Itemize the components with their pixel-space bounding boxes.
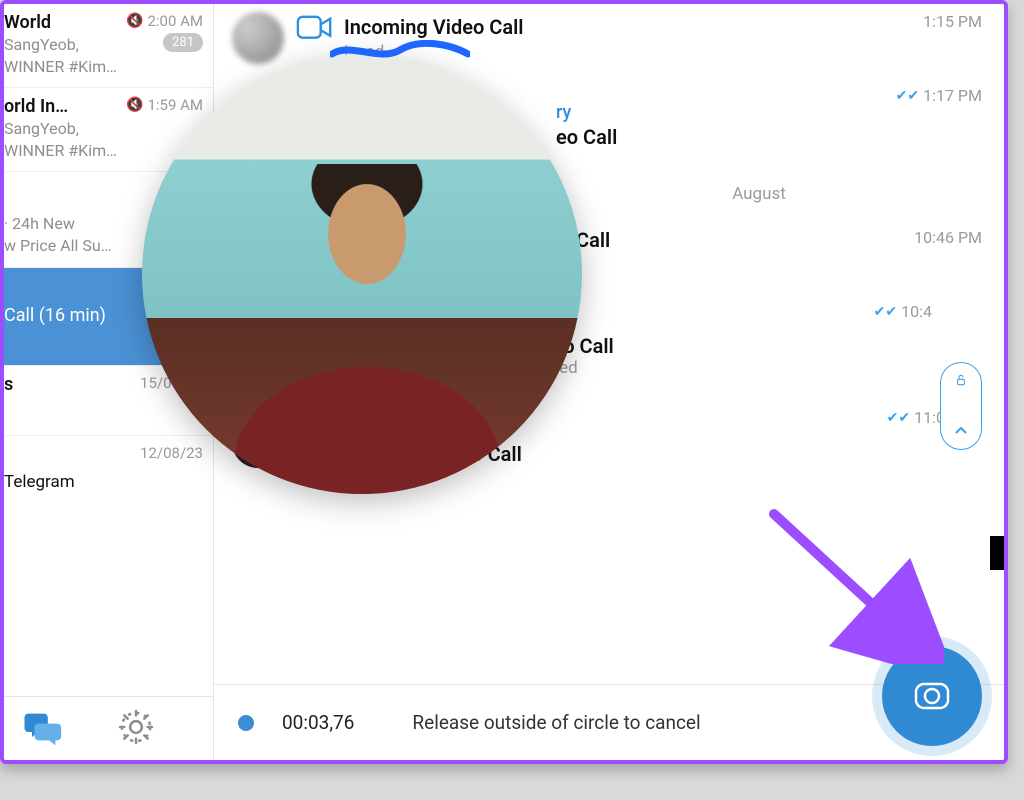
chevron-up-icon xyxy=(953,422,969,441)
chat-name: orld In… xyxy=(4,96,68,117)
video-message-record-button[interactable] xyxy=(882,646,982,746)
chat-time: 12/08/23 xyxy=(140,444,203,462)
unread-badge: 281 xyxy=(163,33,203,52)
read-checks-icon: ✔✔ xyxy=(896,88,919,104)
call-title: eo Call xyxy=(556,125,617,149)
chat-name: Telegram xyxy=(4,472,203,493)
window-edge-nub xyxy=(990,536,1004,570)
call-title: Incoming Video Call xyxy=(344,15,523,39)
call-title: Call xyxy=(576,228,610,252)
muted-icon: 🔇 xyxy=(126,97,143,113)
message-time: ✔✔ 1:17 PM xyxy=(896,86,982,105)
call-subtitle: issed xyxy=(344,42,986,62)
camera-icon xyxy=(910,672,954,720)
recording-hint: Release outside of circle to cancel xyxy=(412,711,700,734)
chat-time: 1:59 AM xyxy=(147,96,203,114)
chat-time: 2:00 AM xyxy=(147,12,203,30)
message-time: 1:15 PM xyxy=(923,12,982,31)
chat-preview-line: SangYeob, xyxy=(4,119,203,139)
recording-timer: 00:03,76 xyxy=(282,711,354,734)
chat-name: World xyxy=(4,12,51,33)
chat-selected-subtitle: Call (16 min) xyxy=(4,305,106,326)
call-subtitle: eled xyxy=(546,358,986,378)
muted-icon: 🔇 xyxy=(126,13,143,29)
recording-indicator-dot xyxy=(238,715,254,731)
avatar xyxy=(232,12,284,64)
scroll-to-bottom-widget[interactable] xyxy=(940,362,982,450)
read-checks-icon: ✔✔ xyxy=(887,410,910,426)
message-time: ✔✔ 10:4 xyxy=(874,302,932,321)
sender-name: ry xyxy=(556,102,986,123)
chat-preview-line: WINNER #Kim… xyxy=(4,141,203,161)
sidebar-bottom-bar xyxy=(4,696,213,760)
video-message-preview[interactable] xyxy=(142,54,582,494)
chat-name: s xyxy=(4,374,13,395)
lock-icon xyxy=(953,371,969,390)
read-checks-icon: ✔✔ xyxy=(874,304,897,320)
chat-preview-line: WINNER #Kim… xyxy=(4,57,117,77)
settings-gear-icon[interactable] xyxy=(116,707,156,751)
chat-list-item[interactable]: World 🔇 2:00 AM SangYeob, WINNER #Kim… 2… xyxy=(4,4,213,88)
video-call-icon xyxy=(296,12,334,42)
chat-preview-line: SangYeob, xyxy=(4,35,117,55)
chat-list-item[interactable]: 12/08/23 Telegram xyxy=(4,436,213,526)
chats-tab-icon[interactable] xyxy=(22,707,62,751)
message-time: 10:46 PM xyxy=(914,228,982,247)
